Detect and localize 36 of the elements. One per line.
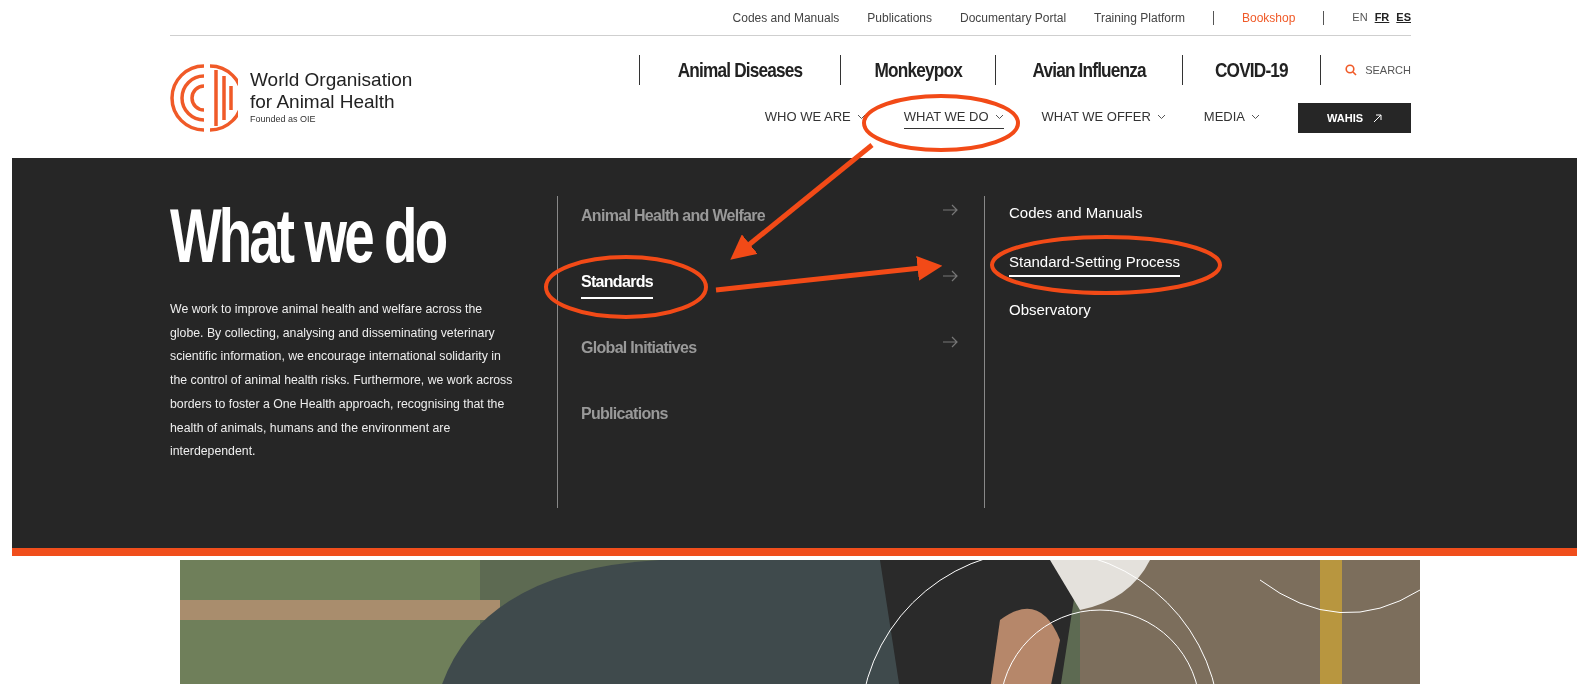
nav-menu-item[interactable]: WHAT WE DO [903, 107, 1004, 129]
logo-tagline: Founded as OIE [250, 113, 317, 127]
language-link[interactable]: EN [1352, 9, 1368, 26]
language-link[interactable]: FR [1374, 9, 1390, 26]
external-arrow-icon [1373, 113, 1383, 123]
language-link[interactable]: ES [1396, 9, 1411, 26]
chevron-down-icon [1251, 114, 1260, 120]
submenu-item[interactable]: Observatory [1009, 299, 1091, 326]
nav-menu-item[interactable]: MEDIA [1203, 107, 1260, 129]
search-icon [1345, 64, 1358, 76]
chevron-down-icon [1156, 114, 1166, 120]
featured-link[interactable]: COVID-19 [1195, 54, 1308, 86]
menu-description: We work to improve animal health and welfare across the globe. By collecting, analysing and disseminating veterinary scientific information, we encourage international solidarity in the control of animal health risks. Furthermore, we work across borders to foster a One Health approach, recognising that the health of animals, humans and the environment are interdependent. [170, 301, 514, 461]
nav-menu-item[interactable]: WHO WE ARE [764, 107, 866, 129]
menu-title: What we do [170, 196, 447, 276]
top-link[interactable]: Documentary Portal [960, 8, 1067, 27]
chevron-down-icon [856, 114, 866, 120]
featured-link[interactable]: Monkeypox [854, 54, 982, 86]
wahis-button[interactable]: WAHIS [1298, 103, 1411, 133]
featured-link[interactable]: Animal Diseases [657, 54, 822, 86]
menu-item[interactable]: Animal Health and Welfare [581, 196, 959, 262]
top-link[interactable]: Training Platform [1094, 8, 1185, 27]
menu-item[interactable]: Publications [581, 394, 959, 460]
organisation-name: World Organisation [250, 69, 413, 92]
submenu-item[interactable]: Codes and Manuals [1009, 202, 1143, 229]
chevron-down-icon [994, 114, 1004, 120]
top-link[interactable]: Publications [867, 8, 932, 27]
menu-item[interactable]: Standards [581, 262, 959, 328]
nav-menu-item[interactable]: WHAT WE OFFER [1041, 107, 1166, 129]
menu-item[interactable]: Global Initiatives [581, 328, 959, 394]
featured-link[interactable]: Avian Influenza [1012, 54, 1166, 86]
organisation-name: for Animal Health [250, 91, 396, 114]
logo-icon[interactable] [170, 62, 238, 134]
search-button[interactable]: SEARCH [1321, 61, 1411, 79]
submenu-item[interactable]: Standard-Setting Process [1009, 250, 1180, 277]
top-link[interactable]: Codes and Manuals [732, 8, 840, 27]
